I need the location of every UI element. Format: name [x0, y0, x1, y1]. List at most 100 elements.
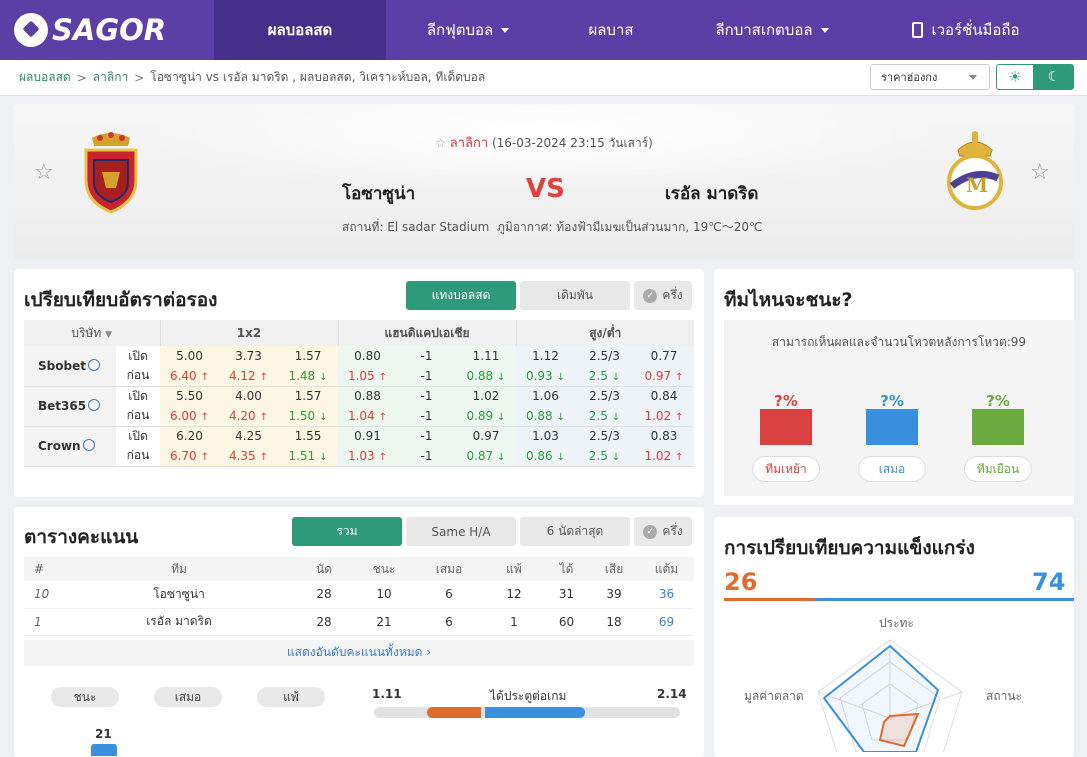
odds-open-value[interactable]: 0.77: [634, 346, 694, 366]
table-row[interactable]: 10 โอซาซูน่า 28 10 6 12 31 39 36: [24, 581, 694, 609]
odds-open-value[interactable]: 0.97: [456, 426, 516, 446]
odds-previous-value[interactable]: 6.70 ↑: [160, 446, 219, 467]
standings-cell: 10: [24, 581, 64, 609]
odds-open-value[interactable]: 4.00: [219, 386, 278, 406]
odds-previous-value[interactable]: 6.40 ↑: [160, 366, 219, 387]
bookmaker-name[interactable]: Bet365: [24, 386, 116, 427]
nav-mobile-version[interactable]: เวอร์ชั่นมือถือ: [872, 0, 1060, 60]
filter-loss[interactable]: แพ้: [257, 687, 325, 707]
previous-label: ก่อน: [116, 446, 160, 467]
odds-open-value[interactable]: -1: [397, 426, 456, 446]
odds-open-value[interactable]: 1.03: [516, 426, 575, 446]
dark-theme-button[interactable]: ☾: [1034, 64, 1074, 90]
odds-open-value[interactable]: 1.55: [278, 426, 338, 446]
odds-open-value[interactable]: 0.80: [338, 346, 397, 366]
odds-previous-value[interactable]: 0.87 ↓: [456, 446, 516, 467]
odds-open-value[interactable]: 5.00: [160, 346, 219, 366]
match-datetime: (16-03-2024 23:15 วันเสาร์): [491, 136, 653, 150]
odds-previous-value[interactable]: 0.89 ↓: [456, 406, 516, 427]
sagor-logo[interactable]: SAGOR: [0, 0, 214, 60]
nav-live-scores[interactable]: ผลบอลสด: [214, 0, 386, 60]
tab-total[interactable]: รวม: [292, 517, 402, 546]
away-team-name[interactable]: เรอัล มาดริด: [665, 180, 758, 207]
odds-open-value[interactable]: -1: [397, 346, 456, 366]
odds-previous-value[interactable]: -1: [397, 446, 456, 467]
odds-previous-value[interactable]: 4.12 ↑: [219, 366, 278, 387]
odds-title: เปรียบเทียบอัตราต่อรอง: [24, 289, 218, 311]
odds-previous-value[interactable]: 1.05 ↑: [338, 366, 397, 387]
show-all-standings-link[interactable]: แสดงอันดับคะแนนทั้งหมด ›: [24, 640, 694, 666]
tab-same-ha[interactable]: Same H/A: [406, 517, 516, 546]
odds-open-value[interactable]: 2.5/3: [575, 386, 634, 406]
standings-half-toggle[interactable]: ✓ ครึ่ง: [634, 517, 692, 546]
odds-open-value[interactable]: 0.91: [338, 426, 397, 446]
odds-previous-value[interactable]: 1.02 ↑: [634, 446, 694, 467]
standings-header: เสีย: [589, 557, 639, 581]
goals-per-game-label: ได้ประตูต่อเกม: [490, 689, 567, 703]
odds-open-value[interactable]: 0.84: [634, 386, 694, 406]
odds-open-value[interactable]: 2.5/3: [575, 346, 634, 366]
sort-down-icon: ▼: [105, 329, 113, 340]
odds-previous-value[interactable]: 1.02 ↑: [634, 406, 694, 427]
league-name[interactable]: ลาลิกา: [450, 136, 488, 151]
bookmaker-name[interactable]: Crown: [24, 426, 116, 467]
arrow-up-icon: ↑: [200, 451, 210, 463]
odds-open-value[interactable]: 4.25: [219, 426, 278, 446]
odds-open-value[interactable]: -1: [397, 386, 456, 406]
odds-open-value[interactable]: 2.5/3: [575, 426, 634, 446]
nav-football-leagues[interactable]: ลีกฟุตบอล: [386, 0, 550, 60]
odds-open-value[interactable]: 5.50: [160, 386, 219, 406]
odds-open-value[interactable]: 3.73: [219, 346, 278, 366]
vote-home-button[interactable]: ทีมเหย้า: [752, 456, 820, 482]
odds-previous-value[interactable]: 6.00 ↑: [160, 406, 219, 427]
odds-previous-value[interactable]: 2.5 ↓: [575, 366, 634, 387]
odds-open-value[interactable]: 0.83: [634, 426, 694, 446]
home-team-name[interactable]: โอซาซูน่า: [342, 180, 415, 207]
table-row[interactable]: 1 เรอัล มาดริด 28 21 6 1 60 18 69: [24, 608, 694, 636]
league-star-icon[interactable]: ☆: [435, 136, 446, 150]
vote-away-button[interactable]: ทีมเยือน: [964, 456, 1032, 482]
odds-previous-value[interactable]: 0.86 ↓: [516, 446, 575, 467]
bookmaker-name[interactable]: Sbobet: [24, 346, 116, 387]
nav-basketball[interactable]: ผลบาส: [550, 0, 672, 60]
odds-open-value[interactable]: 1.02: [456, 386, 516, 406]
odds-previous-value[interactable]: 2.5 ↓: [575, 406, 634, 427]
breadcrumb-league[interactable]: ลาลิกา: [93, 68, 128, 87]
odds-previous-value[interactable]: 1.48 ↓: [278, 366, 338, 387]
header-company[interactable]: บริษัท ▼: [24, 320, 161, 346]
favorite-away-star-icon[interactable]: ☆: [1030, 160, 1050, 185]
vote-draw-button[interactable]: เสมอ: [858, 456, 926, 482]
breadcrumb-home[interactable]: ผลบอลสด: [19, 68, 71, 87]
odds-previous-value[interactable]: 0.97 ↑: [634, 366, 694, 387]
odds-format-select[interactable]: ราคาฮ่องกง: [870, 64, 990, 90]
tab-last-6[interactable]: 6 นัดล่าสุด: [520, 517, 630, 546]
filter-win[interactable]: ชนะ: [51, 687, 119, 707]
venue: สถานที่: El sadar Stadium: [342, 220, 490, 234]
odds-previous-value[interactable]: 4.35 ↑: [219, 446, 278, 467]
odds-open-value[interactable]: 1.57: [278, 386, 338, 406]
odds-previous-value[interactable]: 0.88 ↓: [516, 406, 575, 427]
odds-previous-value[interactable]: 1.04 ↑: [338, 406, 397, 427]
odds-open-value[interactable]: 1.06: [516, 386, 575, 406]
odds-previous-value[interactable]: 1.51 ↓: [278, 446, 338, 467]
odds-open-value[interactable]: 6.20: [160, 426, 219, 446]
odds-open-value[interactable]: 0.88: [338, 386, 397, 406]
odds-previous-value[interactable]: 0.93 ↓: [516, 366, 575, 387]
light-theme-button[interactable]: ☀: [996, 64, 1034, 90]
odds-previous-value[interactable]: 4.20 ↑: [219, 406, 278, 427]
tab-live-betting[interactable]: แทงบอลสด: [406, 281, 516, 310]
tab-betting[interactable]: เดิมพัน: [520, 281, 630, 310]
odds-previous-value[interactable]: 1.03 ↑: [338, 446, 397, 467]
odds-previous-value[interactable]: 2.5 ↓: [575, 446, 634, 467]
filter-draw[interactable]: เสมอ: [154, 687, 222, 707]
half-time-toggle[interactable]: ✓ ครึ่ง: [634, 281, 692, 310]
odds-open-value[interactable]: 1.57: [278, 346, 338, 366]
odds-previous-value[interactable]: 0.88 ↓: [456, 366, 516, 387]
odds-previous-value[interactable]: 1.50 ↓: [278, 406, 338, 427]
favorite-home-star-icon[interactable]: ☆: [34, 160, 54, 185]
odds-previous-value[interactable]: -1: [397, 366, 456, 387]
nav-basketball-leagues[interactable]: ลีกบาสเกตบอล: [672, 0, 872, 60]
odds-open-value[interactable]: 1.12: [516, 346, 575, 366]
odds-previous-value[interactable]: -1: [397, 406, 456, 427]
odds-open-value[interactable]: 1.11: [456, 346, 516, 366]
